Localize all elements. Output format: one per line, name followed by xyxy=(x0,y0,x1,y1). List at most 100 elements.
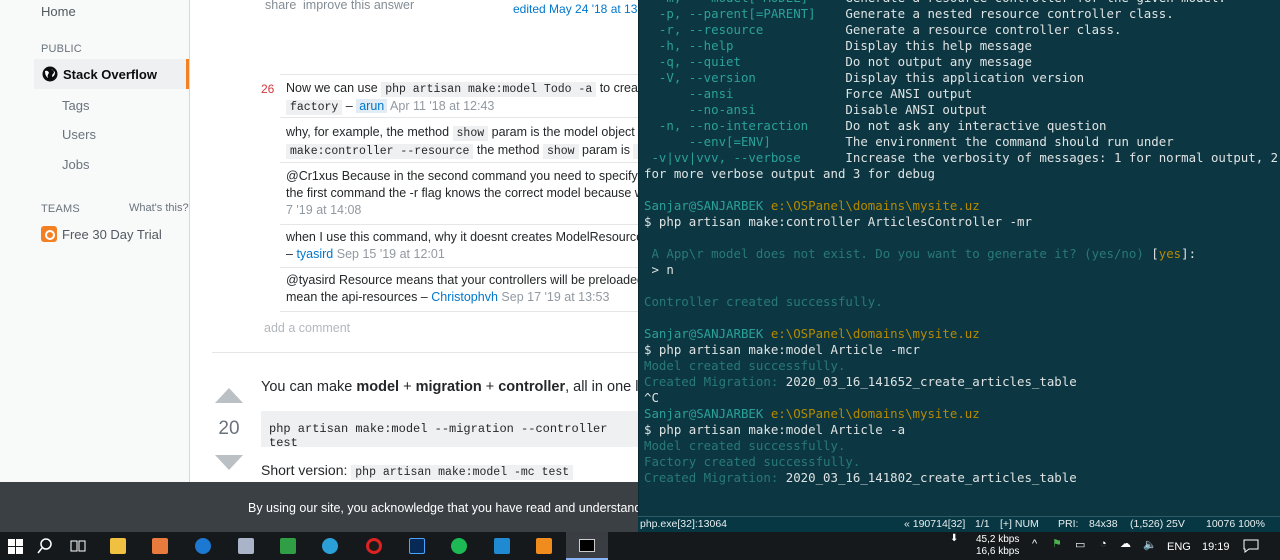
network-arrows-icon: ⬇ xyxy=(950,533,959,544)
notepad-icon[interactable] xyxy=(238,538,254,554)
terminal-line: $ php artisan make:controller ArticlesCo… xyxy=(644,214,1032,229)
terminal-line: Created Migration: 2020_03_16_141802_cre… xyxy=(644,470,1077,485)
comment-divider xyxy=(280,224,640,225)
nav-free-trial[interactable]: Free 30 Day Trial xyxy=(41,226,162,242)
comment-text: Now we can use xyxy=(286,81,382,95)
terminal-line: ^C xyxy=(644,390,659,405)
comment-user[interactable]: tyasird xyxy=(296,247,333,261)
terminal-line: Model created successfully. xyxy=(644,438,846,453)
nav-section-teams: TEAMS xyxy=(41,203,80,215)
status-mode: [+] NUM xyxy=(1000,518,1039,530)
nav-stackoverflow[interactable]: Stack Overflow xyxy=(34,59,189,89)
terminal-line: -n, --no-interaction Do not ask any inte… xyxy=(644,118,1107,133)
comment-2: why, for example, the method show param … xyxy=(286,124,649,160)
comment-text: why, for example, the method xyxy=(286,125,453,139)
terminal-line: --ansi Force ANSI output xyxy=(644,86,973,101)
inline-code: php artisan make:model Todo -a xyxy=(381,82,597,97)
terminal-line: -h, --help Display this help message xyxy=(644,38,1032,53)
terminal-line: -r, --resource Generate a resource contr… xyxy=(644,22,1122,37)
cookie-banner: By using our site, you acknowledge that … xyxy=(0,482,641,532)
sublime-icon[interactable] xyxy=(536,538,552,554)
search-icon[interactable] xyxy=(37,538,53,554)
answer-text: You can make model + migration + control… xyxy=(261,379,658,395)
comment-date[interactable]: Sep 17 '19 at 13:53 xyxy=(501,290,609,304)
answer-bold: controller xyxy=(498,379,566,395)
chevron-up-icon[interactable]: ^ xyxy=(1032,538,1037,550)
terminal-line: > n xyxy=(644,262,674,277)
edited-timestamp[interactable]: edited May 24 '18 at 13:3 xyxy=(513,2,647,16)
net-up: 45,2 kbps xyxy=(976,534,1020,545)
comment-dash: – xyxy=(342,99,357,113)
terminal-window[interactable]: -m, --model[=MODEL] Generate a resource … xyxy=(638,0,1280,532)
battery-icon[interactable]: ▭ xyxy=(1075,538,1085,551)
nav-home[interactable]: Home xyxy=(41,4,76,19)
terminal-line: Sanjar@SANJARBEK e:\OSPanel\domains\mysi… xyxy=(644,326,980,341)
status-size: 84x38 xyxy=(1089,518,1118,530)
nav-stackoverflow-label: Stack Overflow xyxy=(63,66,157,82)
comment-text: param is the model object w xyxy=(488,125,648,139)
main-content: share improve this answer edited May 24 … xyxy=(190,0,658,482)
comment-date[interactable]: 7 '19 at 14:08 xyxy=(286,202,646,219)
clock[interactable]: 19:19 xyxy=(1202,541,1230,553)
short-version-label: Short version: xyxy=(261,462,352,478)
add-comment-link[interactable]: add a comment xyxy=(264,321,350,335)
app-icon-green[interactable] xyxy=(451,538,467,554)
status-page: 1/1 xyxy=(975,518,990,530)
volume-icon[interactable]: 🔈 xyxy=(1143,538,1157,551)
comment-divider xyxy=(280,311,640,312)
terminal-line: Sanjar@SANJARBEK e:\OSPanel\domains\mysi… xyxy=(644,198,980,213)
notifications-icon[interactable] xyxy=(1243,539,1259,553)
terminal-line: -p, --parent[=PARENT] Generate a nested … xyxy=(644,6,1174,21)
share-link[interactable]: share xyxy=(265,0,296,12)
upvote-button[interactable] xyxy=(215,388,243,403)
globe-icon xyxy=(42,66,58,82)
terminal-line: -v|vv|vvv, --verbose Increase the verbos… xyxy=(644,150,1279,165)
record-icon[interactable] xyxy=(366,538,382,554)
file-explorer-icon[interactable] xyxy=(110,538,126,554)
answer-bold: migration xyxy=(415,379,482,395)
terminal-line: --no-ansi Disable ANSI output xyxy=(644,102,988,117)
cloud-icon[interactable]: ☁ xyxy=(1120,537,1131,550)
wifi-icon[interactable]: ◔ xyxy=(1100,538,1107,550)
terminal-line: Created Migration: 2020_03_16_141652_cre… xyxy=(644,374,1077,389)
whats-this-link[interactable]: What's this? xyxy=(129,202,189,214)
app-icon-orange[interactable] xyxy=(152,538,168,554)
comment-date[interactable]: Sep 15 '19 at 12:01 xyxy=(337,247,445,261)
nav-jobs[interactable]: Jobs xyxy=(62,157,89,172)
firefox-icon[interactable] xyxy=(195,538,211,554)
terminal-line: $ php artisan make:model Article -mcr xyxy=(644,342,921,357)
inline-code: show xyxy=(542,144,579,159)
comment-1: Now we can use php artisan make:model To… xyxy=(286,80,648,116)
language-indicator[interactable]: ENG xyxy=(1167,541,1191,553)
terminal-line: $ php artisan make:model Article -a xyxy=(644,422,906,437)
comment-user[interactable]: arun xyxy=(356,99,388,113)
vscode-icon[interactable] xyxy=(494,538,510,554)
comment-date[interactable]: Apr 11 '18 at 12:43 xyxy=(390,99,494,113)
inline-code: show xyxy=(452,126,489,141)
answer-divider xyxy=(212,352,640,353)
comment-4: when I use this command, why it doesnt c… xyxy=(286,229,646,263)
comment-user[interactable]: Christophvh xyxy=(431,290,498,304)
taskbar-terminal-active[interactable] xyxy=(566,532,608,560)
windows-start-icon[interactable] xyxy=(8,539,23,554)
status-zoom: 10076 100% xyxy=(1206,518,1265,530)
terminal-line: Factory created successfully. xyxy=(644,454,861,469)
downvote-button[interactable] xyxy=(215,455,243,470)
telegram-icon[interactable] xyxy=(322,538,338,554)
comment-score: 26 xyxy=(261,82,275,96)
improve-answer-link[interactable]: improve this answer xyxy=(303,0,414,12)
task-view-icon[interactable] xyxy=(70,539,86,553)
comment-dash: – xyxy=(286,247,297,261)
nav-tags[interactable]: Tags xyxy=(62,98,89,113)
answer-text-part: + xyxy=(481,379,499,395)
spreadsheet-icon[interactable] xyxy=(280,538,296,554)
status-process: php.exe[32]:13064 xyxy=(640,518,727,530)
nav-free-trial-label: Free 30 Day Trial xyxy=(62,226,162,242)
taskbar: ⬇ 45,2 kbps 16,6 kbps ^ ⚑ ▭ ◔ ☁ 🔈 ENG 19… xyxy=(0,532,1280,560)
comment-text: when I use this command, why it doesnt c… xyxy=(286,230,644,244)
photoshop-icon[interactable] xyxy=(409,538,425,554)
flag-icon[interactable]: ⚑ xyxy=(1052,537,1062,550)
comment-divider xyxy=(280,267,640,268)
terminal-line: -q, --quiet Do not output any message xyxy=(644,54,1032,69)
nav-users[interactable]: Users xyxy=(62,127,96,142)
